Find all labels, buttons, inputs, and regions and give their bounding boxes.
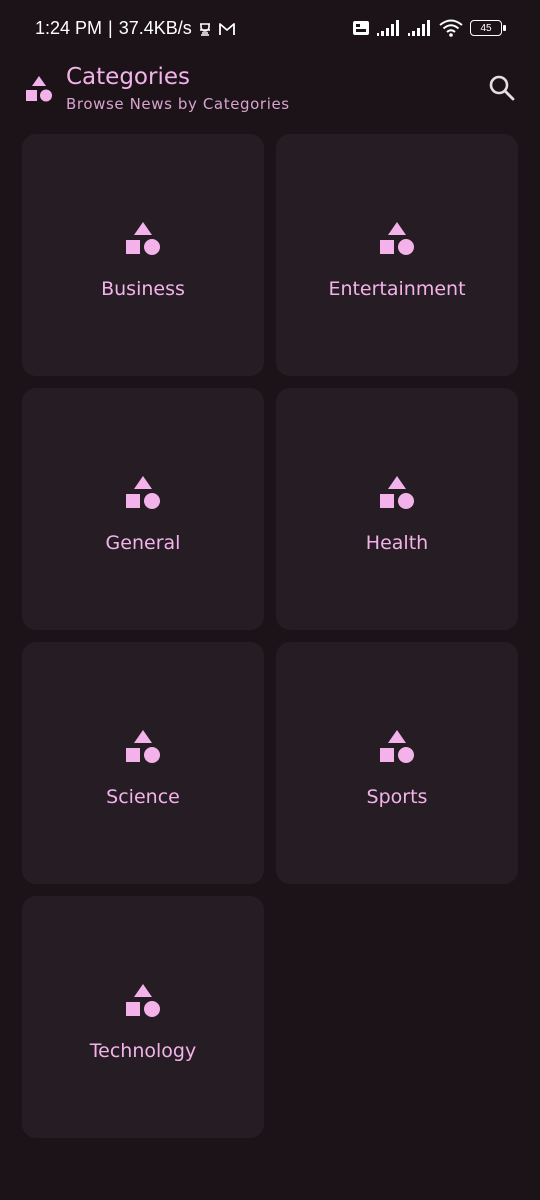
volte-icon <box>352 20 370 36</box>
category-card-business[interactable]: Business <box>22 134 264 376</box>
battery-level: 45 <box>480 22 492 34</box>
notification-icon <box>198 21 212 37</box>
category-label: Science <box>106 786 180 808</box>
category-label: General <box>105 532 181 554</box>
shapes-icon <box>25 74 53 104</box>
signal-icon <box>377 20 401 36</box>
status-time: 1:24 PM <box>35 18 103 38</box>
status-separator: | <box>108 18 113 38</box>
category-card-health[interactable]: Health <box>276 388 518 630</box>
category-label: Sports <box>366 786 428 808</box>
shapes-icon <box>125 220 161 258</box>
page-subtitle: Browse News by Categories <box>66 95 290 113</box>
shapes-icon <box>379 728 415 766</box>
category-label: Health <box>365 532 429 554</box>
category-card-entertainment[interactable]: Entertainment <box>276 134 518 376</box>
category-card-science[interactable]: Science <box>22 642 264 884</box>
category-card-technology[interactable]: Technology <box>22 896 264 1138</box>
gmail-icon <box>218 21 236 37</box>
category-card-sports[interactable]: Sports <box>276 642 518 884</box>
category-grid: Business Entertainment General Health Sc… <box>22 134 518 1138</box>
battery-icon: 45 <box>470 20 506 36</box>
signal-icon <box>408 20 432 36</box>
category-label: Technology <box>89 1040 197 1062</box>
category-label: Entertainment <box>328 278 466 300</box>
shapes-icon <box>125 474 161 512</box>
shapes-icon <box>125 982 161 1020</box>
shapes-icon <box>125 728 161 766</box>
page-title: Categories <box>66 64 190 90</box>
shapes-icon <box>379 220 415 258</box>
status-bar: 1:24 PM | 37.4KB/s 45 <box>0 0 540 60</box>
wifi-icon <box>439 19 463 37</box>
category-card-general[interactable]: General <box>22 388 264 630</box>
shapes-icon <box>379 474 415 512</box>
category-label: Business <box>101 278 185 300</box>
network-speed: 37.4KB/s <box>118 18 192 38</box>
status-right: 45 <box>352 19 506 37</box>
status-left: 1:24 PM | 37.4KB/s <box>35 18 236 39</box>
app-header: Categories Browse News by Categories <box>0 60 540 126</box>
search-button[interactable] <box>486 74 518 106</box>
search-icon <box>488 74 516 106</box>
